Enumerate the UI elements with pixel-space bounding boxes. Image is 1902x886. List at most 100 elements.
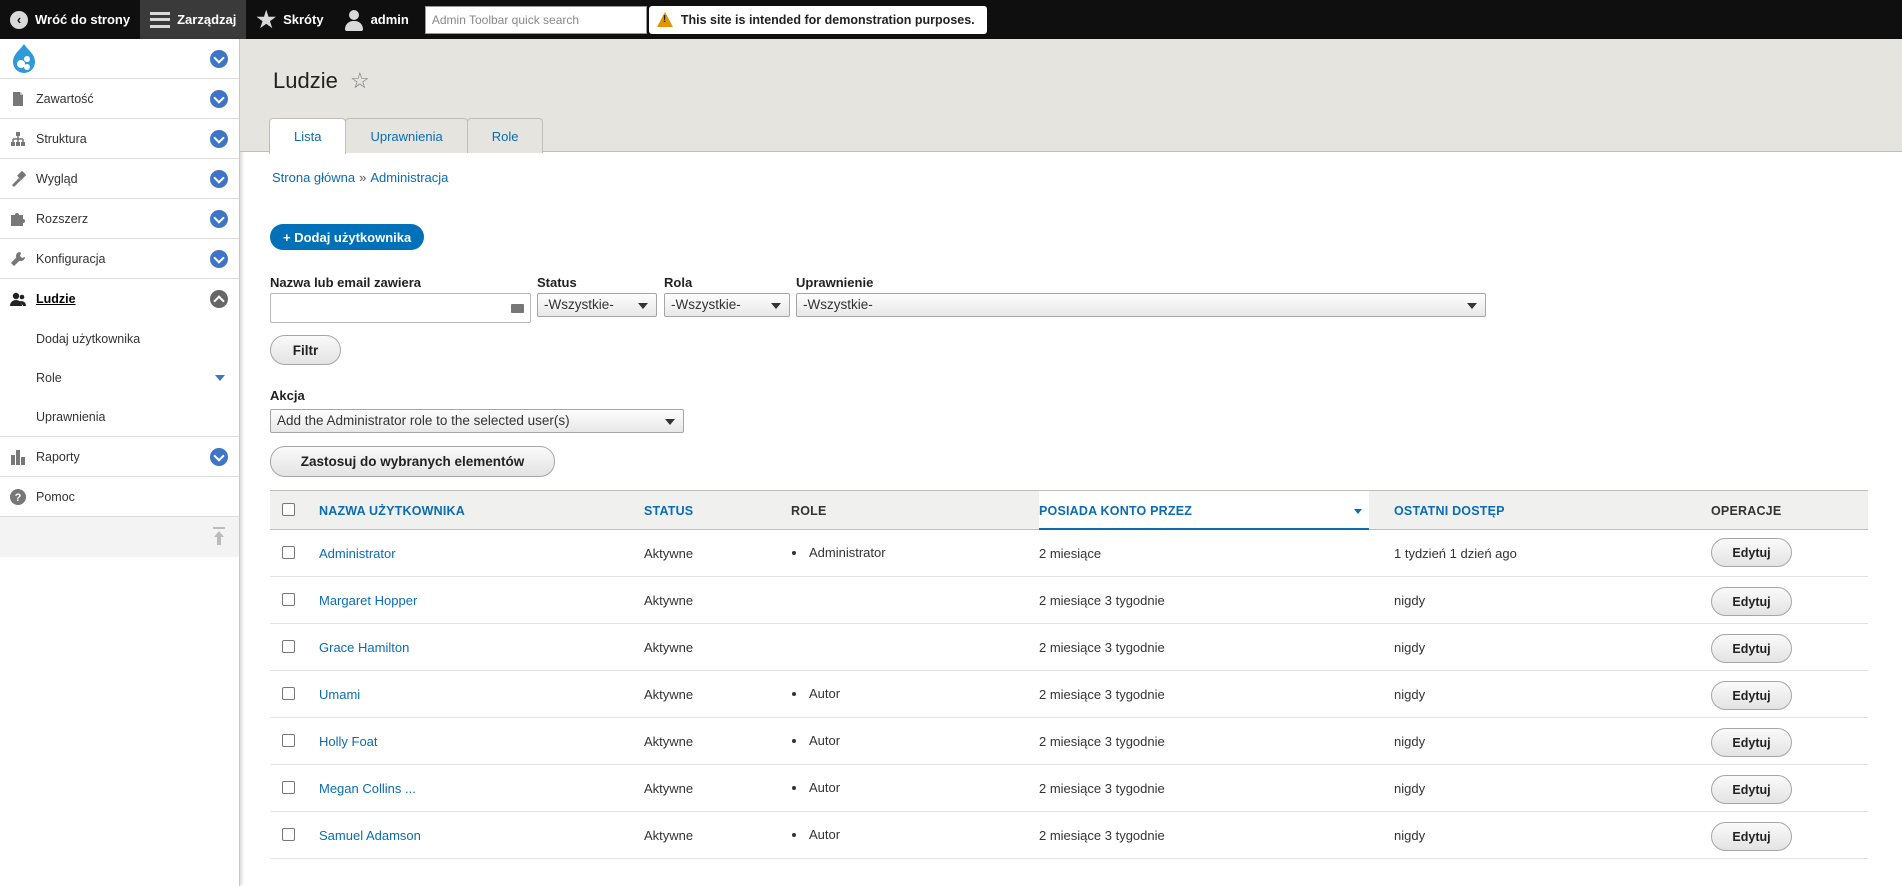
edit-button[interactable]: Edytuj — [1711, 634, 1792, 663]
edit-button[interactable]: Edytuj — [1711, 822, 1792, 851]
status-filter-value: -Wszystkie- — [544, 297, 614, 312]
tab-permissions[interactable]: Uprawnienia — [345, 118, 468, 153]
header-status[interactable]: STATUS — [644, 504, 693, 518]
expand-toggle[interactable] — [210, 170, 228, 188]
sidebar-subitem-permissions[interactable]: Uprawnienia — [0, 397, 239, 436]
role-filter-select[interactable]: -Wszystkie- — [664, 293, 790, 317]
role-cell: Autor — [809, 827, 841, 842]
table-row: Margaret Hopper Aktywne 2 miesiące 3 tyg… — [270, 577, 1868, 624]
header-member-for[interactable]: POSIADA KONTO PRZEZ — [1039, 504, 1192, 518]
member-for-cell: 2 miesiące — [1039, 546, 1102, 561]
sidebar-item-content[interactable]: Zawartość — [0, 79, 239, 119]
member-for-cell: 2 miesiące 3 tygodnie — [1039, 640, 1165, 655]
sidebar-collapse-toggle[interactable] — [210, 50, 228, 68]
toolbar-search-input[interactable] — [424, 5, 647, 34]
admin-toolbar: ‹ Wróć do strony Zarządzaj ★ Skróty admi… — [0, 0, 1902, 39]
expand-toggle[interactable] — [210, 130, 228, 148]
add-user-button[interactable]: + Dodaj użytkownika — [270, 224, 425, 250]
expand-toggle[interactable] — [210, 210, 228, 228]
breadcrumb-home-link[interactable]: Strona główna — [272, 170, 355, 185]
people-icon — [10, 292, 26, 306]
back-to-site-link[interactable]: ‹ Wróć do strony — [0, 0, 140, 39]
table-row: Holly Foat Aktywne Autor 2 miesiące 3 ty… — [270, 718, 1868, 765]
pin-icon[interactable] — [213, 527, 225, 545]
edit-button[interactable]: Edytuj — [1711, 681, 1792, 710]
status-cell: Aktywne — [644, 828, 694, 843]
username-link[interactable]: Holly Foat — [319, 734, 378, 749]
header-operations: OPERACJE — [1711, 504, 1782, 518]
drupal-logo-icon[interactable] — [10, 43, 38, 75]
sidebar-subitem-roles[interactable]: Role — [0, 358, 239, 397]
row-checkbox[interactable] — [282, 687, 295, 700]
edit-button[interactable]: Edytuj — [1711, 775, 1792, 804]
permission-filter-select[interactable]: -Wszystkie- — [796, 293, 1486, 317]
username-link[interactable]: Grace Hamilton — [319, 640, 409, 655]
sidebar-item-label: Konfiguracja — [36, 252, 106, 266]
list-bullet — [792, 551, 796, 555]
row-checkbox[interactable] — [282, 640, 295, 653]
wrench-icon — [11, 252, 25, 266]
table-row: Megan Collins ... Aktywne Autor 2 miesią… — [270, 765, 1868, 812]
username-link[interactable]: Administrator — [319, 546, 396, 561]
role-cell: Administrator — [809, 545, 886, 560]
sidebar-item-structure[interactable]: Struktura — [0, 119, 239, 159]
expand-toggle[interactable] — [210, 90, 228, 108]
caret-down-icon[interactable] — [215, 375, 225, 381]
row-checkbox[interactable] — [282, 546, 295, 559]
page-header: Ludzie ☆ Lista Uprawnienia Role — [240, 39, 1902, 154]
expand-toggle[interactable] — [210, 250, 228, 268]
username-link[interactable]: Samuel Adamson — [319, 828, 421, 843]
role-filter-label: Rola — [664, 275, 693, 290]
apply-to-selected-button[interactable]: Zastosuj do wybranych elementów — [270, 446, 555, 477]
status-filter-select[interactable]: -Wszystkie- — [537, 293, 657, 317]
favorite-star-icon[interactable]: ☆ — [350, 68, 370, 94]
sidebar-item-people[interactable]: Ludzie — [0, 279, 239, 319]
collapse-toggle[interactable] — [210, 290, 228, 308]
header-username[interactable]: NAZWA UŻYTKOWNIKA — [319, 504, 465, 518]
row-checkbox[interactable] — [282, 734, 295, 747]
brush-icon — [12, 171, 26, 187]
role-cell: Autor — [809, 733, 841, 748]
last-access-cell: nigdy — [1394, 687, 1426, 702]
username-link[interactable]: Margaret Hopper — [319, 593, 417, 608]
breadcrumb-admin-link[interactable]: Administracja — [370, 170, 448, 185]
status-cell: Aktywne — [644, 640, 694, 655]
status-filter-label: Status — [537, 275, 577, 290]
sidebar-item-reports[interactable]: Raporty — [0, 437, 239, 477]
row-checkbox[interactable] — [282, 781, 295, 794]
action-select[interactable]: Add the Administrator role to the select… — [270, 409, 684, 433]
list-bullet — [792, 739, 796, 743]
tab-roles[interactable]: Role — [466, 118, 544, 153]
shortcuts-tab[interactable]: ★ Skróty — [246, 0, 333, 39]
sidebar-item-help[interactable]: ? Pomoc — [0, 477, 239, 517]
user-label: admin — [370, 12, 409, 27]
user-tab[interactable]: admin — [334, 0, 419, 39]
select-all-checkbox[interactable] — [282, 503, 295, 516]
sidebar-subitem-label: Uprawnienia — [36, 410, 106, 424]
username-link[interactable]: Megan Collins ... — [319, 781, 416, 796]
sidebar-item-label: Ludzie — [36, 292, 76, 306]
manage-tab[interactable]: Zarządzaj — [140, 0, 247, 39]
row-checkbox[interactable] — [282, 828, 295, 841]
sidebar-item-extend[interactable]: Rozszerz — [0, 199, 239, 239]
expand-toggle[interactable] — [210, 448, 228, 466]
edit-button[interactable]: Edytuj — [1711, 538, 1792, 567]
table-header: NAZWA UŻYTKOWNIKA STATUS ROLE POSIADA KO… — [270, 490, 1868, 530]
sidebar-item-label: Zawartość — [36, 92, 94, 106]
sidebar-subitem-add-user[interactable]: Dodaj użytkownika — [0, 319, 239, 358]
name-filter-input[interactable] — [270, 293, 531, 323]
header-last-access[interactable]: OSTATNI DOSTĘP — [1394, 504, 1505, 518]
username-link[interactable]: Umami — [319, 687, 360, 702]
edit-button[interactable]: Edytuj — [1711, 587, 1792, 616]
filter-button[interactable]: Filtr — [270, 335, 341, 365]
row-checkbox[interactable] — [282, 593, 295, 606]
sidebar-item-appearance[interactable]: Wygląd — [0, 159, 239, 199]
list-bullet — [792, 786, 796, 790]
people-submenu: Dodaj użytkownika Role Uprawnienia — [0, 319, 239, 437]
edit-button[interactable]: Edytuj — [1711, 728, 1792, 757]
tab-list[interactable]: Lista — [269, 118, 347, 154]
sidebar-item-configuration[interactable]: Konfiguracja — [0, 239, 239, 279]
back-to-site-label: Wróć do strony — [35, 12, 131, 27]
hamburger-icon — [150, 11, 171, 28]
chevron-down-icon — [771, 303, 781, 309]
